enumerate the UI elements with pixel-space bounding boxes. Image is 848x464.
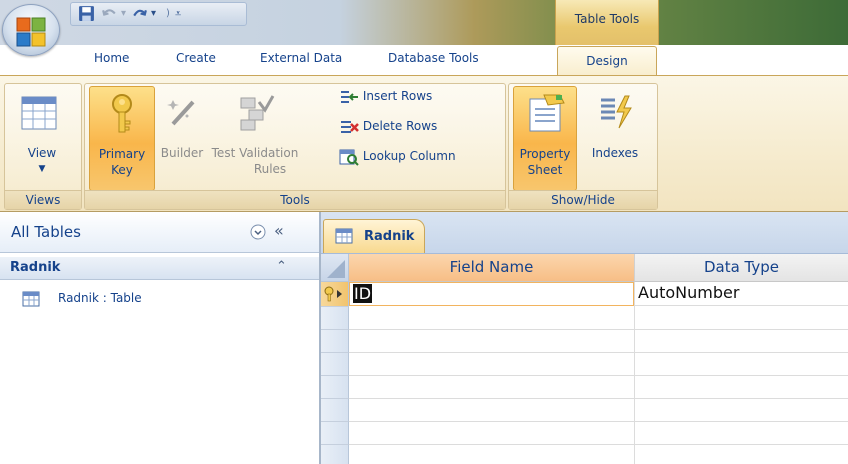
primary-key-label-1: Primary (98, 147, 146, 161)
builder-button[interactable]: Builder (155, 86, 209, 189)
table-design-grid: Field Name Data Type ID AutoNumber (321, 254, 848, 464)
row-selector[interactable] (321, 445, 349, 464)
delete-rows-label: Delete Rows (362, 119, 438, 133)
primary-key-button[interactable]: Primary Key (89, 86, 155, 191)
delete-rows-button[interactable]: Delete Rows (339, 116, 437, 136)
insert-rows-icon (341, 90, 358, 103)
redo-icon[interactable] (131, 5, 148, 22)
view-label: View (27, 146, 57, 160)
collapse-nav-pane-button[interactable]: « (274, 221, 284, 240)
test-validation-label-2: Rules (253, 162, 287, 176)
save-icon[interactable] (78, 5, 95, 22)
group-show-hide: Property Sheet Indexes Show/Hide (508, 83, 658, 210)
view-dropdown-icon: ▼ (38, 164, 46, 174)
select-all-triangle-icon (327, 260, 345, 278)
column-header-data-type[interactable]: Data Type (635, 254, 848, 282)
ribbon: View ▼ Views Primary Key Builder Test Va… (0, 75, 848, 212)
chevron-circle-icon[interactable] (250, 224, 266, 240)
tab-design[interactable]: Design (557, 46, 657, 77)
row-divider (349, 329, 848, 330)
primary-key-icon (112, 94, 132, 133)
insert-rows-label: Insert Rows (362, 89, 433, 103)
row-divider (349, 375, 848, 376)
data-type-value[interactable]: AutoNumber (638, 283, 739, 302)
qat-separator: ) (166, 8, 170, 19)
table-tools-label: Table Tools (574, 12, 640, 26)
nav-group-header[interactable]: Radnik ⌃ (0, 257, 319, 280)
document-tab-radnik[interactable]: Radnik (323, 219, 425, 253)
double-chevron-up-icon[interactable]: ⌃ (276, 259, 287, 274)
group-views: View ▼ Views (4, 83, 82, 210)
row-selector[interactable] (321, 376, 349, 399)
lookup-column-icon (339, 149, 359, 166)
row-selector[interactable] (321, 330, 349, 353)
office-logo-icon (16, 17, 46, 47)
lookup-column-button[interactable]: Lookup Column (339, 146, 456, 166)
field-name-value[interactable]: ID (353, 284, 373, 303)
property-sheet-label-1: Property (519, 147, 571, 161)
field-name-cell[interactable]: ID (349, 282, 634, 306)
indexes-label: Indexes (591, 146, 639, 160)
tab-database-tools[interactable]: Database Tools (388, 47, 479, 69)
nav-pane-header[interactable]: All Tables « (0, 212, 319, 253)
row-divider (349, 421, 848, 422)
lookup-column-label: Lookup Column (362, 149, 456, 163)
table-icon (22, 291, 40, 307)
test-validation-button[interactable]: Test Validation Rules (209, 86, 301, 189)
row-selector-current[interactable] (321, 282, 349, 307)
select-all-corner[interactable] (321, 254, 349, 282)
nav-group-label: Radnik (10, 260, 61, 275)
property-sheet-icon (529, 94, 565, 132)
show-hide-group-label: Show/Hide (509, 190, 657, 209)
office-button[interactable] (2, 4, 60, 56)
row-selector[interactable] (321, 399, 349, 422)
row-selector[interactable] (321, 353, 349, 376)
customize-qat-icon[interactable]: ⩡ (175, 5, 181, 22)
undo-dropdown-icon[interactable]: ▾ (121, 5, 126, 22)
document-tab-strip: Radnik (321, 212, 848, 254)
tab-create[interactable]: Create (176, 47, 216, 69)
nav-pane-title: All Tables (11, 223, 81, 241)
test-validation-label-1: Test Validation (211, 146, 299, 160)
view-button[interactable]: View ▼ (7, 86, 77, 189)
navigation-pane: All Tables « Radnik ⌃ Radnik : Table (0, 212, 321, 464)
builder-wand-icon (167, 100, 195, 126)
property-sheet-button[interactable]: Property Sheet (513, 86, 577, 191)
row-selector[interactable] (321, 307, 349, 330)
nav-item-label: Radnik : Table (58, 291, 142, 305)
column-header-field-name[interactable]: Field Name (349, 254, 635, 282)
indexes-button[interactable]: Indexes (581, 86, 649, 189)
key-row-icon (324, 286, 342, 302)
tab-external-data[interactable]: External Data (260, 47, 342, 69)
primary-key-label-2: Key (111, 163, 133, 177)
property-sheet-label-2: Sheet (527, 163, 563, 177)
table-icon (335, 228, 353, 244)
table-view-icon (21, 96, 57, 130)
indexes-icon (601, 95, 632, 129)
row-divider (349, 352, 848, 353)
builder-label: Builder (160, 146, 204, 160)
column-divider (634, 282, 635, 464)
document-tab-label: Radnik (364, 229, 415, 244)
group-tools: Primary Key Builder Test Validation Rule… (84, 83, 506, 210)
views-group-label: Views (5, 190, 81, 209)
document-area: Radnik Field Name Data Type ID AutoNumbe… (321, 212, 848, 464)
redo-dropdown-icon[interactable]: ▾ (151, 5, 156, 22)
row-divider (349, 444, 848, 445)
table-tools-context: Table Tools (555, 0, 659, 45)
row-selector[interactable] (321, 422, 349, 445)
tab-home[interactable]: Home (94, 47, 129, 69)
delete-rows-icon (341, 120, 359, 133)
undo-icon[interactable] (101, 5, 118, 22)
test-validation-icon (240, 95, 275, 131)
tools-group-label: Tools (85, 190, 505, 209)
quick-access-toolbar: ▾ ▾ ) ⩡ (70, 2, 247, 26)
insert-rows-button[interactable]: Insert Rows (339, 86, 432, 106)
row-divider (349, 398, 848, 399)
data-type-cell[interactable]: AutoNumber (635, 282, 848, 306)
